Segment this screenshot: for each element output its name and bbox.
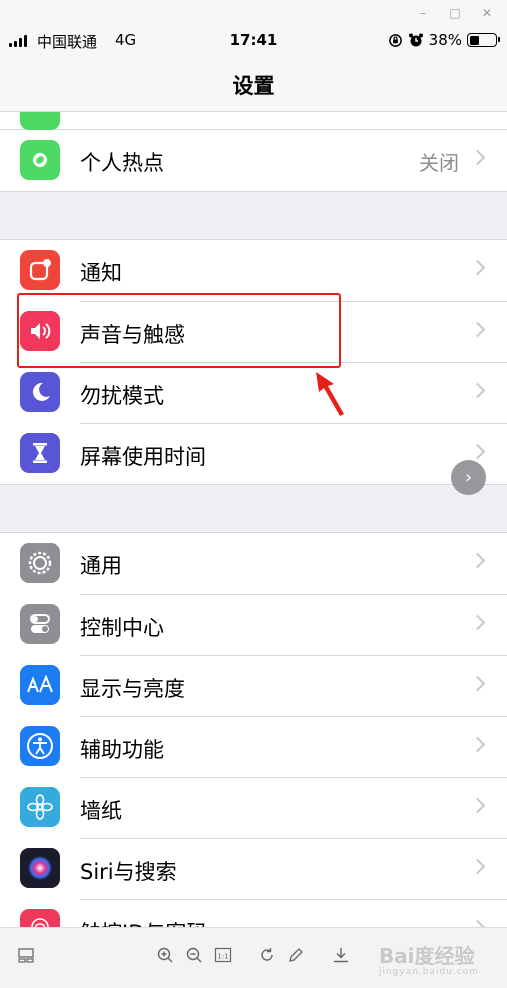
page-title: 设置 — [232, 74, 275, 98]
row-personal-hotspot[interactable]: 个人热点 关闭 — [0, 130, 507, 191]
row-label: 辅助功能 — [80, 738, 164, 762]
chevron-right-icon — [469, 614, 486, 631]
battery-percent: 38% — [428, 31, 462, 49]
thumbnail-toggle-button[interactable] — [15, 946, 37, 968]
chevron-right-icon — [469, 858, 486, 875]
row-general[interactable]: 通用 — [0, 533, 507, 594]
navigation-bar: 设置 — [0, 56, 507, 112]
chevron-right-icon — [469, 552, 486, 569]
group-network: 个人热点 关闭 — [0, 130, 507, 192]
viewer-toolbar: 1:1 Bai度经验 jingyan.baidu.com — [0, 927, 507, 988]
minimize-button[interactable]: – — [414, 4, 432, 22]
row-value: 关闭 — [419, 151, 459, 175]
zoom-in-button[interactable] — [154, 946, 176, 968]
chevron-right-icon — [469, 443, 486, 460]
notifications-icon — [20, 250, 60, 290]
row-display-brightness[interactable]: 显示与亮度 — [0, 655, 507, 716]
rotation-lock-icon — [388, 33, 402, 47]
row-wallpaper[interactable]: 墙纸 — [0, 777, 507, 838]
row-accessibility[interactable]: 辅助功能 — [0, 716, 507, 777]
fingerprint-icon — [20, 909, 60, 927]
row-control-center[interactable]: 控制中心 — [0, 594, 507, 655]
siri-icon — [20, 848, 60, 888]
rotate-button[interactable] — [256, 946, 278, 968]
baidu-watermark: Bai度经验 jingyan.baidu.com — [378, 944, 479, 977]
flower-icon — [20, 787, 60, 827]
chevron-right-icon — [469, 736, 486, 753]
row-notifications[interactable]: 通知 — [0, 240, 507, 301]
annotation-arrow-icon — [316, 372, 344, 416]
gear-icon — [20, 543, 60, 583]
row-label: Siri与搜索 — [80, 860, 177, 884]
actual-size-button[interactable]: 1:1 — [212, 946, 234, 968]
chevron-right-icon — [469, 382, 486, 399]
row-label: 显示与亮度 — [80, 677, 185, 701]
download-button[interactable] — [330, 946, 352, 968]
chevron-right-icon — [469, 919, 486, 927]
accessibility-icon — [20, 726, 60, 766]
annotation-highlight-box — [17, 293, 341, 368]
partial-row-icon — [20, 112, 60, 130]
zoom-out-button[interactable] — [183, 946, 205, 968]
text-size-icon — [20, 665, 60, 705]
next-page-button[interactable]: › — [451, 460, 486, 495]
chevron-right-icon — [469, 797, 486, 814]
chevron-right-icon — [469, 321, 486, 338]
row-label: 勿扰模式 — [80, 384, 164, 408]
row-label: 触控ID与密码 — [80, 917, 207, 927]
row-label: 屏幕使用时间 — [80, 445, 206, 469]
chevron-right-icon — [469, 675, 486, 692]
row-label: 控制中心 — [80, 616, 164, 640]
toggles-icon — [20, 604, 60, 644]
hotspot-icon — [20, 140, 60, 180]
row-label: 个人热点 — [80, 151, 164, 175]
row-screen-time[interactable]: 屏幕使用时间 — [0, 423, 507, 484]
row-label: 墙纸 — [80, 799, 122, 823]
status-bar: 中国联通 4G 17:41 38% — [0, 26, 507, 56]
chevron-right-icon — [469, 259, 486, 276]
window-controls: – □ ✕ — [0, 0, 507, 26]
battery-icon — [467, 33, 500, 47]
close-button[interactable]: ✕ — [478, 4, 496, 22]
row-label: 通用 — [80, 554, 122, 578]
row-touch-id-passcode[interactable]: 触控ID与密码 — [0, 899, 507, 927]
row-do-not-disturb[interactable]: 勿扰模式 — [0, 362, 507, 423]
edit-pencil-button[interactable] — [285, 946, 307, 968]
maximize-button[interactable]: □ — [446, 4, 464, 22]
row-label: 通知 — [80, 261, 122, 285]
row-siri-search[interactable]: Siri与搜索 — [0, 838, 507, 899]
group-general: 通用 控制中心 显示与亮度 辅助功能 墙纸 Siri与搜索 — [0, 532, 507, 927]
chevron-right-icon — [469, 149, 486, 166]
svg-text:1:1: 1:1 — [217, 953, 228, 961]
alarm-icon — [408, 33, 423, 47]
moon-icon — [20, 372, 60, 412]
list-item-partial[interactable] — [0, 112, 507, 130]
settings-list[interactable]: 个人热点 关闭 通知 声音与触感 勿扰模式 屏幕使用时间 通用 控制中心 显示与… — [0, 112, 507, 927]
hourglass-icon — [20, 433, 60, 473]
